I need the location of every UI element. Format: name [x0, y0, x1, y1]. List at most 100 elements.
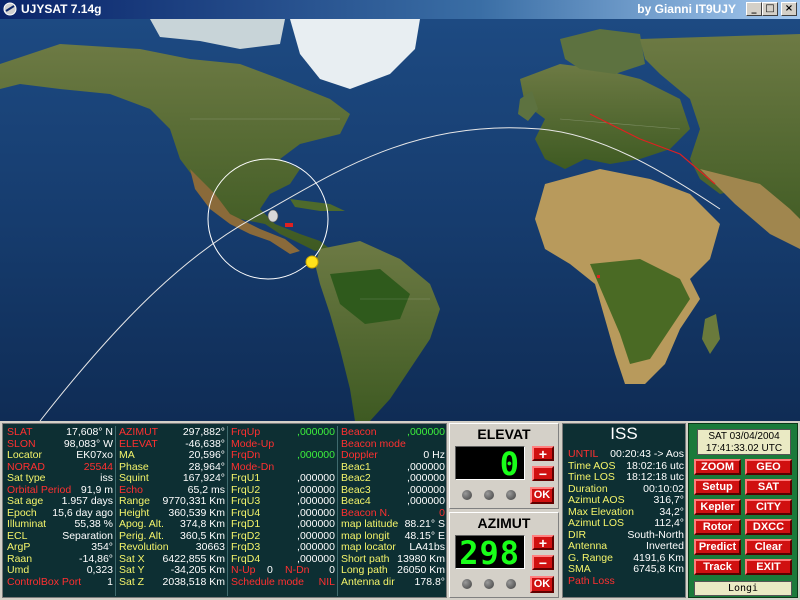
field-value: 1: [107, 575, 113, 588]
field-label: map latitude: [341, 518, 399, 530]
orbit-column: SLAT 17,608° N SLON 98,083° W Locator EK07xo N…: [5, 426, 115, 589]
close-button[interactable]: ×: [781, 2, 797, 16]
field-label: Squint: [119, 472, 149, 484]
kepler-button[interactable]: Kepler: [694, 499, 741, 515]
data-row: Doppler 0 Hz: [339, 449, 447, 462]
data-row: Sat Y -34,205 Km: [117, 564, 227, 577]
field-value: -34,205 Km: [170, 564, 225, 576]
data-row: Squint 167,924°: [117, 472, 227, 485]
field-value: ,000000: [407, 472, 445, 484]
azimuth-minus-button[interactable]: −: [532, 555, 554, 570]
azimuth-plus-button[interactable]: +: [532, 535, 554, 550]
led-indicator: [462, 490, 472, 500]
sat-button[interactable]: SAT: [745, 479, 792, 495]
field-label: Beacon: [341, 426, 377, 438]
field-value: NIL: [318, 575, 335, 588]
exit-button[interactable]: EXIT: [745, 559, 792, 575]
geo-button[interactable]: GEO: [745, 459, 792, 475]
city-button[interactable]: CITY: [745, 499, 792, 515]
data-row: Revolution 30663: [117, 541, 227, 554]
maximize-button[interactable]: □: [762, 2, 778, 16]
sun-marker: [305, 255, 319, 269]
field-value: 26050 Km: [397, 564, 445, 576]
field-label: ArgP: [7, 541, 31, 553]
field-label: Antenna: [568, 540, 608, 552]
field-label: Azimut AOS: [568, 494, 625, 506]
field-label: Path Loss: [568, 574, 615, 587]
data-row: ControlBox Port 1: [5, 575, 115, 589]
field-value: 316,7°: [653, 494, 684, 506]
field-label: Azimut LOS: [568, 517, 625, 529]
data-row: ArgP 354°: [5, 541, 115, 554]
field-value: ,000000: [407, 495, 445, 507]
field-label: Revolution: [119, 541, 169, 553]
field-value: ,000000: [297, 518, 335, 530]
field-value: 17,608° N: [66, 426, 113, 438]
field-label: Doppler: [341, 449, 378, 461]
field-value: ,000000: [407, 426, 445, 438]
field-label: UNTIL: [568, 448, 599, 460]
rotor-button[interactable]: Rotor: [694, 519, 741, 535]
setup-button[interactable]: Setup: [694, 479, 741, 495]
zoom-button[interactable]: ZOOM: [694, 459, 741, 475]
data-row: Schedule mode NIL: [229, 575, 337, 589]
track-button[interactable]: Track: [694, 559, 741, 575]
field-label: N-Dn: [285, 564, 310, 576]
data-row: map locator LA41bs: [339, 541, 447, 554]
elevation-ok-button[interactable]: OK: [530, 487, 554, 504]
data-row: AZIMUT 297,882°: [117, 426, 227, 439]
data-row: FrqD3 ,000000: [229, 541, 337, 554]
field-value: LA41bs: [409, 541, 445, 553]
field-value: 374,8 Km: [180, 518, 225, 530]
satellite-name: ISS: [610, 424, 638, 443]
predict-button[interactable]: Predict: [694, 539, 741, 555]
led-indicator: [484, 579, 494, 589]
field-value: 00:20:43 -> Aos: [610, 448, 684, 460]
field-label: Long path: [341, 564, 388, 576]
title-bar[interactable]: UJYSAT 7.14g by Gianni IT9UJY _ □ ×: [0, 0, 800, 19]
field-label: FrqDn: [231, 449, 261, 461]
minimize-button[interactable]: _: [746, 2, 762, 16]
field-value: 0: [267, 564, 273, 576]
elevation-minus-button[interactable]: −: [532, 466, 554, 481]
field-label: FrqU3: [231, 495, 261, 507]
led-indicator: [484, 490, 494, 500]
field-label: FrqU1: [231, 472, 261, 484]
data-row: FrqDn ,000000: [229, 449, 337, 462]
field-label: Antenna dir: [341, 575, 395, 588]
data-row: Time LOS 18:12:18 utc: [566, 471, 684, 484]
field-label: Time LOS: [568, 471, 615, 483]
data-row: UNTIL 00:20:43 -> Aos: [566, 448, 684, 461]
world-map[interactable]: [0, 19, 800, 421]
data-row: FrqU1 ,000000: [229, 472, 337, 485]
field-label: Sat type: [7, 472, 46, 484]
clear-button[interactable]: Clear: [745, 539, 792, 555]
data-row: Sat Z 2038,518 Km: [117, 576, 227, 589]
led-indicator: [506, 490, 516, 500]
azimuth-ok-button[interactable]: OK: [530, 576, 554, 593]
satellite-marker: [267, 209, 279, 223]
data-row: Umd 0,323: [5, 564, 115, 577]
dxcc-button[interactable]: DXCC: [745, 519, 792, 535]
field-label: FrqD1: [231, 518, 261, 530]
field-value: 167,924°: [182, 472, 225, 484]
field-value: ,000000: [297, 472, 335, 484]
field-value: 354°: [91, 541, 113, 553]
elevation-plus-button[interactable]: +: [532, 446, 554, 461]
window-title: UJYSAT 7.14g: [21, 2, 102, 16]
field-value: 0,323: [86, 564, 113, 576]
elevation-title: ELEVAT: [477, 426, 531, 442]
data-row: Sat age 1.957 days: [5, 495, 115, 508]
field-value: ,000000: [297, 449, 335, 461]
field-value: 18:12:18 utc: [626, 471, 684, 483]
data-row: FrqUp ,000000: [229, 426, 337, 439]
field-label: Sat Y: [119, 564, 145, 576]
elevation-control: ELEVAT 0 + − OK: [449, 423, 559, 509]
pass-rows: UNTIL 00:20:43 -> Aos Time AOS 18:02:16 utc…: [566, 448, 684, 587]
field-value: 9770,331 Km: [162, 495, 225, 507]
data-row: Azimut AOS 316,7°: [566, 494, 684, 507]
field-label: MA: [119, 449, 135, 461]
data-row: MA 20,596°: [117, 449, 227, 462]
data-row: Illuminat 55,38 %: [5, 518, 115, 531]
elevation-display: 0: [455, 446, 525, 481]
